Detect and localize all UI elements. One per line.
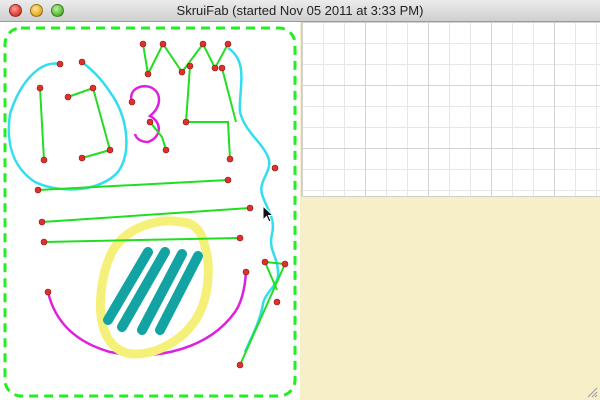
endpoint-dot <box>159 40 167 48</box>
endpoint-dot <box>226 155 234 163</box>
green-four-stem-stroke <box>221 67 237 123</box>
endpoint-dot <box>139 40 147 48</box>
green-four-stroke <box>184 65 231 160</box>
cyan-long-stroke <box>227 46 280 353</box>
endpoint-dot <box>211 64 219 72</box>
green-line-stroke <box>37 179 229 191</box>
window-title: SkruiFab (started Nov 05 2011 at 3:33 PM… <box>176 3 424 18</box>
green-one-stroke <box>39 87 45 161</box>
endpoint-dot <box>144 70 152 78</box>
endpoint-dot <box>36 84 44 92</box>
endpoint-dot <box>34 186 42 194</box>
endpoint-dot <box>186 62 194 70</box>
endpoint-dot <box>281 260 289 268</box>
app-window: SkruiFab (started Nov 05 2011 at 3:33 PM… <box>0 0 600 400</box>
grid-panel[interactable] <box>301 22 600 197</box>
endpoint-dot <box>106 146 114 154</box>
empty-panel <box>300 197 600 400</box>
endpoint-dot <box>246 204 254 212</box>
endpoint-dot <box>146 118 154 126</box>
arrow-cursor-icon <box>262 205 274 223</box>
teal-hatch-group <box>103 247 203 335</box>
green-line-stroke <box>43 237 241 243</box>
endpoint-dot <box>40 238 48 246</box>
endpoint-dot <box>178 68 186 76</box>
endpoint-dot <box>78 58 86 66</box>
endpoint-dot <box>218 64 226 72</box>
green-line-stroke <box>41 207 251 223</box>
endpoint-dot <box>199 40 207 48</box>
endpoint-dot <box>236 234 244 242</box>
endpoint-dot <box>40 156 48 164</box>
drawing-layer[interactable] <box>0 22 300 400</box>
endpoint-dot <box>78 154 86 162</box>
resize-grip-icon[interactable] <box>586 386 598 398</box>
grid-major-lines <box>302 22 600 196</box>
endpoint-dot <box>44 288 52 296</box>
endpoint-dot <box>224 176 232 184</box>
endpoint-dot <box>182 118 190 126</box>
endpoint-dot <box>64 93 72 101</box>
magenta-three-stroke <box>129 85 161 144</box>
endpoint-dot <box>224 40 232 48</box>
endpoint-dot <box>38 218 46 226</box>
green-two-stroke <box>67 86 112 159</box>
endpoint-dot <box>273 298 281 306</box>
endpoint-dot <box>128 98 136 106</box>
title-bar[interactable]: SkruiFab (started Nov 05 2011 at 3:33 PM… <box>0 0 600 22</box>
endpoint-dot <box>56 60 64 68</box>
green-y-stroke <box>239 263 286 366</box>
cyan-loop-stroke <box>7 61 128 191</box>
endpoint-dot <box>89 84 97 92</box>
endpoint-dot <box>162 146 170 154</box>
endpoint-dot <box>271 164 279 172</box>
endpoint-dot <box>261 258 269 266</box>
endpoint-dot <box>242 268 250 276</box>
endpoint-dot <box>236 361 244 369</box>
